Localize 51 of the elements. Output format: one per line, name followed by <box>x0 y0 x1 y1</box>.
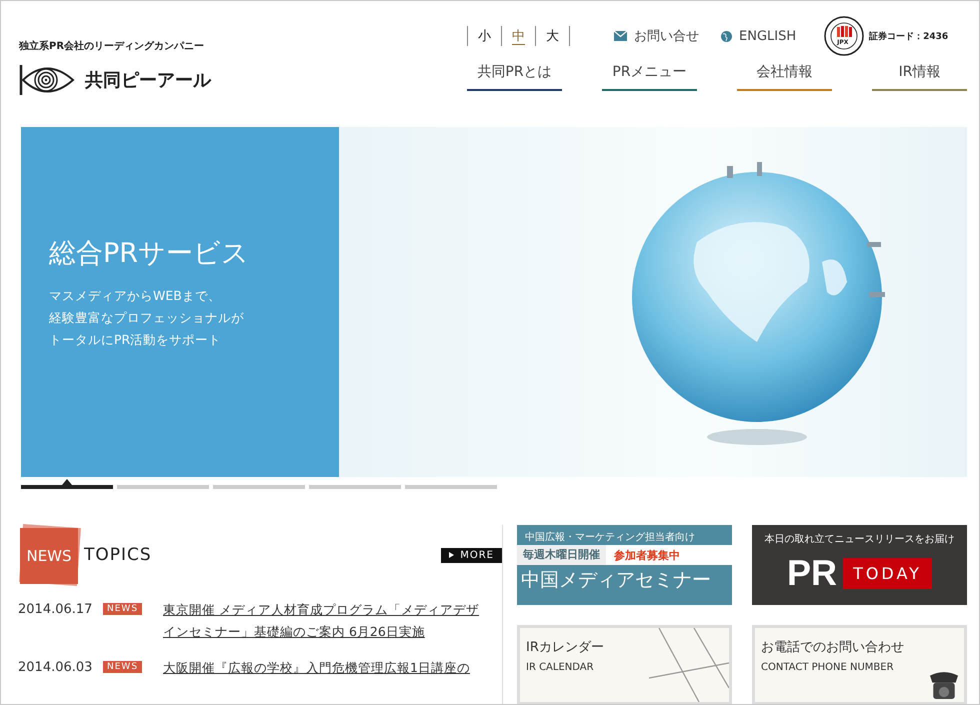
news-link[interactable]: 東京開催 メディア人材育成プログラム「メディアデザインセミナー」基礎編のご案内 6月26日実施 <box>163 599 483 643</box>
news-tag: NEWS <box>103 661 142 673</box>
hero-text: マスメディアからWEBまで、 <box>49 287 222 305</box>
news-date: 2014.06.03 <box>18 659 94 677</box>
news-badge: NEWS <box>20 528 78 584</box>
banner-label: TODAY <box>843 558 932 588</box>
slide-indicator[interactable] <box>309 485 401 489</box>
font-size-button[interactable]: 中 <box>502 26 536 46</box>
banner-subtitle: IR CALENDAR <box>526 662 595 673</box>
globe-icon <box>721 30 732 42</box>
banner-text: 参加者募集中 <box>613 548 680 562</box>
china-seminar-banner[interactable]: 中国広報・マーケティング担当者向け 毎週木曜日開催 参加者募集中 中国メディアセミナー <box>517 525 732 605</box>
banner-text: 本日の取れ立てニュースリリースをお届け <box>764 532 954 546</box>
envelope-icon <box>614 31 627 41</box>
banner-title: IRカレンダー <box>526 639 605 656</box>
nav-tab[interactable]: 共同PRとは <box>467 63 562 91</box>
section-title: TOPICS <box>84 545 152 565</box>
news-link[interactable]: 大阪開催『広報の学校』入門危機管理広報1日講座の <box>163 657 483 679</box>
pr-today-banner[interactable]: 本日の取れ立てニュースリリースをお届け PR TODAY <box>752 525 967 605</box>
slide-indicator[interactable] <box>405 485 497 489</box>
font-size-button[interactable]: 小 <box>468 26 502 46</box>
pointer-icon <box>62 479 72 485</box>
nav-tab[interactable]: IR情報 <box>872 63 967 91</box>
banner-title: PR <box>787 552 838 594</box>
eye-logo-icon <box>19 63 75 97</box>
play-icon <box>449 552 454 558</box>
nav-tab[interactable]: 会社情報 <box>737 63 832 91</box>
nav-tab[interactable]: PRメニュー <box>602 63 697 91</box>
banner-text: 中国広報・マーケティング担当者向け <box>524 530 696 545</box>
news-date: 2014.06.17 <box>18 601 94 619</box>
news-tag: NEWS <box>103 603 142 615</box>
banner-title: お電話でのお問い合わせ <box>761 639 905 656</box>
font-size-button[interactable]: 大 <box>536 26 570 46</box>
logo-text[interactable]: 共同ピーアール <box>85 68 211 92</box>
jpx-emblem-icon <box>824 16 864 56</box>
slide-indicator[interactable] <box>117 485 209 489</box>
phone-contact-banner[interactable]: お電話でのお問い合わせ CONTACT PHONE NUMBER <box>752 625 967 704</box>
contact-link[interactable]: お問い合せ <box>634 27 699 45</box>
banner-subtitle: CONTACT PHONE NUMBER <box>761 662 895 673</box>
banner-text: 毎週木曜日開催 <box>517 545 606 565</box>
hero-text: トータルにPR活動をサポート <box>49 331 222 349</box>
securities-code: 証券コード：2436 <box>869 30 948 42</box>
hero-text: 経験豊富なプロフェッショナルが <box>49 309 245 327</box>
more-button[interactable]: MORE <box>441 548 502 562</box>
english-link[interactable]: ENGLISH <box>739 28 796 44</box>
banner-title: 中国メディアセミナー <box>520 568 712 593</box>
ir-calendar-banner[interactable]: IRカレンダー IR CALENDAR <box>517 625 732 704</box>
slide-indicator[interactable] <box>213 485 305 489</box>
telephone-drawing <box>927 671 961 699</box>
tagline: 独立系PR会社のリーディングカンパニー <box>19 39 206 53</box>
hero-title: 総合PRサービス <box>49 237 250 271</box>
